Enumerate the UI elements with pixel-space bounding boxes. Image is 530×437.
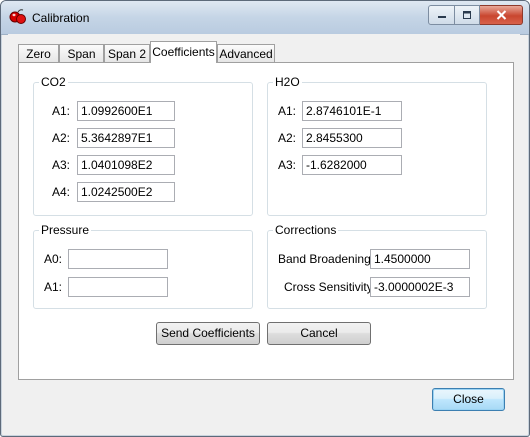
caption-buttons bbox=[428, 5, 523, 25]
tab-span[interactable]: Span bbox=[59, 44, 104, 62]
close-button[interactable]: Close bbox=[432, 388, 505, 411]
pressure-a1-label: A1: bbox=[44, 280, 63, 294]
minimize-button[interactable] bbox=[428, 5, 455, 25]
co2-a3-field[interactable]: 1.0401098E2 bbox=[77, 155, 175, 175]
cross-sensitivity-label: Cross Sensitivity: bbox=[284, 280, 377, 294]
cancel-button[interactable]: Cancel bbox=[267, 322, 371, 345]
dialog-client-area: Zero Span Span 2 Coefficients Advanced C… bbox=[8, 34, 520, 428]
co2-a3-label: A3: bbox=[52, 158, 71, 172]
h2o-group: H2O A1: 2.8746101E-1 A2: 2.8455300 A3: -… bbox=[267, 75, 487, 216]
co2-group: CO2 A1: 1.0992600E1 A2: 5.3642897E1 A3: … bbox=[33, 75, 253, 216]
corrections-group-title: Corrections bbox=[273, 223, 339, 237]
tab-advanced[interactable]: Advanced bbox=[217, 44, 275, 62]
pressure-a1-field[interactable] bbox=[68, 277, 168, 297]
pressure-group: Pressure A0: A1: bbox=[33, 223, 253, 309]
corrections-group: Corrections Band Broadening: 1.4500000 C… bbox=[267, 223, 487, 309]
tab-span-2[interactable]: Span 2 bbox=[104, 44, 150, 62]
co2-a1-field[interactable]: 1.0992600E1 bbox=[77, 101, 175, 121]
tab-coefficients[interactable]: Coefficients bbox=[150, 41, 217, 63]
window-title: Calibration bbox=[32, 11, 90, 25]
co2-a1-label: A1: bbox=[52, 104, 71, 118]
h2o-a2-label: A2: bbox=[278, 131, 297, 145]
co2-a2-field[interactable]: 5.3642897E1 bbox=[77, 128, 175, 148]
maximize-button[interactable] bbox=[455, 5, 480, 25]
co2-a4-field[interactable]: 1.0242500E2 bbox=[77, 182, 175, 202]
h2o-a1-label: A1: bbox=[278, 104, 297, 118]
title-bar[interactable]: Calibration bbox=[1, 1, 529, 35]
minimize-icon bbox=[437, 16, 446, 18]
close-icon bbox=[496, 10, 506, 20]
pressure-a0-field[interactable] bbox=[68, 249, 168, 269]
h2o-a1-field[interactable]: 2.8746101E-1 bbox=[302, 101, 402, 121]
calibration-window: Calibration Zero Span Span 2 Coefficient… bbox=[0, 0, 530, 437]
coefficients-panel: CO2 A1: 1.0992600E1 A2: 5.3642897E1 A3: … bbox=[18, 62, 514, 380]
cross-sensitivity-field[interactable]: -3.0000002E-3 bbox=[370, 277, 470, 297]
tab-zero[interactable]: Zero bbox=[18, 44, 59, 62]
h2o-a3-label: A3: bbox=[278, 158, 297, 172]
h2o-group-title: H2O bbox=[273, 75, 302, 89]
maximize-icon bbox=[463, 11, 471, 19]
app-icon bbox=[9, 9, 26, 24]
h2o-a3-field[interactable]: -1.6282000 bbox=[302, 155, 402, 175]
pressure-group-title: Pressure bbox=[39, 223, 92, 237]
band-broadening-field[interactable]: 1.4500000 bbox=[370, 249, 470, 269]
h2o-a2-field[interactable]: 2.8455300 bbox=[302, 128, 402, 148]
close-window-button[interactable] bbox=[480, 5, 523, 25]
pressure-a0-label: A0: bbox=[44, 252, 63, 266]
send-coefficients-button[interactable]: Send Coefficients bbox=[156, 322, 260, 345]
co2-a4-label: A4: bbox=[52, 185, 71, 199]
co2-a2-label: A2: bbox=[52, 131, 71, 145]
co2-group-title: CO2 bbox=[39, 75, 68, 89]
band-broadening-label: Band Broadening: bbox=[278, 252, 375, 266]
